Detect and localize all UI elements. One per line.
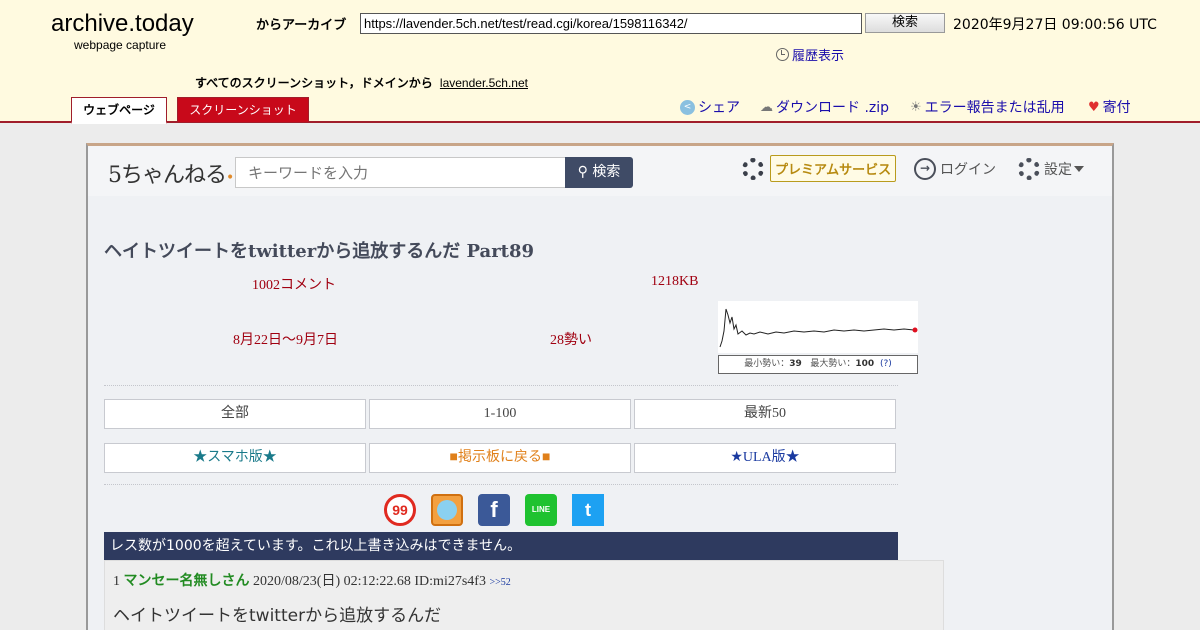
archive-url-input[interactable] xyxy=(360,13,862,34)
thread-momentum: 28勢い xyxy=(550,333,592,348)
share-icon: < xyxy=(680,99,695,115)
heart-icon: ♥ xyxy=(1088,99,1100,115)
99-icon[interactable]: 99 xyxy=(384,494,416,526)
site-header: 5ちゃんねる• ⚲ 検索 プレミアムサービス → ログイン 設定 xyxy=(88,146,1112,196)
max-value: 100 xyxy=(855,359,875,369)
clock-icon xyxy=(776,48,789,61)
settings-label: 設定 xyxy=(1044,162,1072,178)
captured-page: 5ちゃんねる• ⚲ 検索 プレミアムサービス → ログイン 設定 ヘイトツイート… xyxy=(86,143,1114,630)
all-screenshots-label: すべてのスクリーンショット，ドメインから xyxy=(195,76,433,90)
download-cloud-icon: ☁ xyxy=(760,99,773,115)
site-search-input[interactable] xyxy=(235,157,566,188)
login-link[interactable]: → ログイン xyxy=(914,158,996,180)
max-label: 最大勢い： xyxy=(810,359,856,369)
site-search-button[interactable]: ⚲ 検索 xyxy=(565,157,633,188)
badge-icon xyxy=(742,157,764,180)
all-screenshots: すべてのスクリーンショット，ドメインから lavender.5ch.net xyxy=(195,74,528,91)
archive-subtitle: webpage capture xyxy=(74,38,167,52)
premium-link[interactable]: プレミアムサービス xyxy=(742,155,897,182)
facebook-icon[interactable]: f xyxy=(478,494,510,526)
site-search-label: 検索 xyxy=(592,164,621,180)
download-label: ダウンロード .zip xyxy=(776,100,890,116)
login-icon: → xyxy=(914,158,936,180)
back-to-board-link[interactable]: ■掲示板に戻る■ xyxy=(369,443,631,473)
tab-screenshot[interactable]: スクリーンショット xyxy=(177,97,309,123)
history-link-label: 履歴表示 xyxy=(792,49,845,64)
twitter-icon[interactable]: t xyxy=(572,494,604,526)
report-label: エラー報告または乱用 xyxy=(924,100,1065,116)
line-icon[interactable]: LINE xyxy=(525,494,557,526)
thread-full-notice: レス数が1000を超えています。これ以上書き込みはできません。 xyxy=(104,532,898,560)
chevron-down-icon xyxy=(1074,166,1084,172)
settings-menu[interactable]: 設定 xyxy=(1018,158,1084,180)
donate-label: 寄付 xyxy=(1102,100,1131,116)
nav-1-100[interactable]: 1-100 xyxy=(369,399,631,429)
archive-logo[interactable]: archive.today xyxy=(51,10,194,38)
divider xyxy=(104,385,898,386)
comment-count: 1002コメント xyxy=(252,278,336,293)
archive-timestamp: 2020年9月27日 09:00:56 UTC xyxy=(953,17,1157,33)
divider xyxy=(104,484,898,485)
gear-icon xyxy=(1018,158,1040,180)
download-link[interactable]: ☁ ダウンロード .zip xyxy=(760,97,889,117)
search-icon: ⚲ xyxy=(577,164,588,180)
thread-title: ヘイトツイートをtwitterから追放するんだ Part89 xyxy=(104,241,535,262)
post-date: 2020/08/23(日) 02:12:22.68 xyxy=(253,574,411,589)
post-number: 1 xyxy=(113,574,120,589)
archive-header: archive.today webpage capture からアーカイブ 検索… xyxy=(0,0,1200,124)
bulb-icon: ☀ xyxy=(910,99,922,115)
post-body: ヘイトツイートをtwitterから追放するんだ xyxy=(113,606,442,626)
post-reply-link[interactable]: >>52 xyxy=(489,577,510,588)
post-author: マンセー名無しさん xyxy=(123,573,250,589)
site-logo[interactable]: 5ちゃんねる• xyxy=(108,157,234,189)
smartphone-link[interactable]: ★スマホ版★ xyxy=(104,443,366,473)
post-header: 1 マンセー名無しさん 2020/08/23(日) 02:12:22.68 ID… xyxy=(113,570,511,590)
site-logo-text: 5ちゃんねる xyxy=(108,163,227,188)
archive-search-button[interactable]: 検索 xyxy=(865,13,945,33)
login-label: ログイン xyxy=(940,162,996,178)
archive-from-label: からアーカイブ xyxy=(256,18,347,33)
report-link[interactable]: ☀ エラー報告または乱用 xyxy=(910,97,1065,117)
min-value: 39 xyxy=(789,359,802,369)
share-link[interactable]: < シェア xyxy=(680,97,740,117)
history-link[interactable]: 履歴表示 xyxy=(776,45,844,64)
premium-label: プレミアムサービス xyxy=(770,155,897,182)
post-1: 1 マンセー名無しさん 2020/08/23(日) 02:12:22.68 ID… xyxy=(104,560,944,630)
thread-size: 1218KB xyxy=(651,274,699,289)
nav-all[interactable]: 全部 xyxy=(104,399,366,429)
post-id: ID:mi27s4f3 xyxy=(414,574,486,589)
nav-latest-50[interactable]: 最新50 xyxy=(634,399,896,429)
domain-link[interactable]: lavender.5ch.net xyxy=(440,76,528,90)
tab-webpage[interactable]: ウェブページ xyxy=(71,97,167,124)
help-link[interactable]: (?) xyxy=(880,359,892,369)
momentum-sparkline xyxy=(718,301,918,353)
momentum-caption: 最小勢い：39 最大勢い：100 (?) xyxy=(718,355,918,374)
ula-link[interactable]: ★ULA版★ xyxy=(634,443,896,473)
thread-period: 8月22日〜9月7日 xyxy=(233,333,338,348)
donate-link[interactable]: ♥ 寄付 xyxy=(1088,97,1131,117)
ranking-icon[interactable] xyxy=(431,494,463,526)
min-label: 最小勢い： xyxy=(744,359,790,369)
share-label: シェア xyxy=(698,100,740,116)
